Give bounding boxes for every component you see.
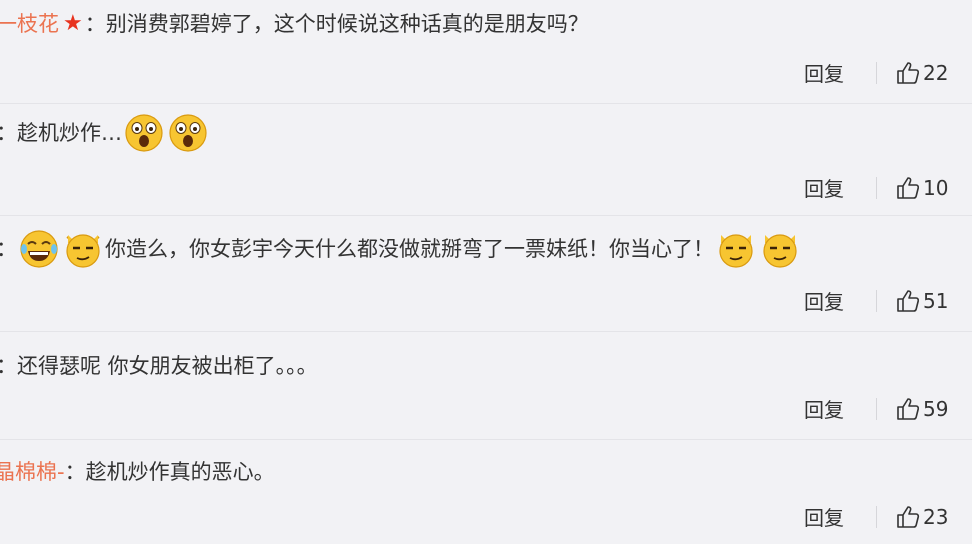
- like-count: 23: [923, 504, 949, 529]
- thumbs-up-icon: [897, 397, 920, 420]
- reply-button[interactable]: 回复: [804, 58, 852, 87]
- comment-username[interactable]: 晶棉棉-: [0, 458, 65, 486]
- like-button[interactable]: 51: [895, 288, 948, 314]
- thumbs-up-icon: [897, 176, 920, 199]
- reply-button[interactable]: 回复: [804, 502, 852, 531]
- comment-colon: ：: [64, 460, 86, 484]
- comment-line: 一枝花 ★ ： 别消费郭碧婷了，这个时候说这种话真的是朋友吗？: [0, 10, 589, 38]
- smirk-cat-face-icon: [760, 229, 800, 269]
- like-button[interactable]: 10: [895, 175, 948, 201]
- comment-item: ： 还得瑟呢 你女朋友被出柜了。。。 回复 59: [0, 332, 972, 440]
- action-divider: [876, 289, 877, 312]
- like-button[interactable]: 23: [895, 504, 948, 530]
- action-divider: [876, 176, 877, 199]
- comment-line: 晶棉棉- ： 趁机炒作真的恶心。: [0, 458, 275, 486]
- reply-button[interactable]: 回复: [804, 173, 852, 202]
- comment-colon: ：: [0, 235, 17, 263]
- smirk-cat-face-icon: [63, 229, 103, 269]
- comment-colon: ：: [0, 352, 17, 380]
- smirk-cat-face-icon: [716, 229, 756, 269]
- comment-actions: 回复 51: [804, 286, 948, 315]
- like-button[interactable]: 59: [895, 396, 948, 422]
- comment-item: ： 你造么，你女彭宇今天什么都没做就掰弯了一票妹纸！你当心了！ 回复 51: [0, 216, 972, 332]
- comment-colon: ：: [0, 119, 17, 147]
- comment-actions: 回复 10: [804, 173, 948, 202]
- thumbs-up-icon: [897, 289, 920, 312]
- like-count: 59: [923, 396, 949, 421]
- comment-text: 趁机炒作…: [17, 121, 122, 145]
- comment-colon: ：: [84, 12, 106, 36]
- comment-text: 别消费郭碧婷了，这个时候说这种话真的是朋友吗？: [105, 12, 589, 36]
- shocked-face-icon: [168, 113, 208, 153]
- comment-username[interactable]: 一枝花: [0, 10, 59, 38]
- action-divider: [876, 397, 877, 420]
- red-star-icon: ★: [63, 11, 83, 36]
- comment-text: 你造么，你女彭宇今天什么都没做就掰弯了一票妹纸！你当心了！: [105, 237, 714, 261]
- comment-item: 一枝花 ★ ： 别消费郭碧婷了，这个时候说这种话真的是朋友吗？ 回复 22: [0, 0, 972, 104]
- laughing-tears-face-icon: [19, 229, 59, 269]
- comment-text: 趁机炒作真的恶心。: [85, 460, 275, 484]
- reply-button[interactable]: 回复: [804, 286, 852, 315]
- comment-line: ： 你造么，你女彭宇今天什么都没做就掰弯了一票妹纸！你当心了！: [0, 229, 802, 269]
- reply-button[interactable]: 回复: [804, 394, 852, 423]
- action-divider: [876, 61, 877, 84]
- comment-line: ： 趁机炒作…: [0, 113, 210, 153]
- action-divider: [876, 505, 877, 528]
- thumbs-up-icon: [897, 505, 920, 528]
- comment-actions: 回复 23: [804, 502, 948, 531]
- shocked-face-icon: [124, 113, 164, 153]
- like-count: 10: [923, 175, 949, 200]
- comment-actions: 回复 22: [804, 58, 948, 87]
- like-count: 22: [923, 60, 949, 85]
- comment-actions: 回复 59: [804, 394, 948, 423]
- comment-item: 晶棉棉- ： 趁机炒作真的恶心。 回复 23: [0, 440, 972, 544]
- comment-item: ： 趁机炒作… 回复 10: [0, 104, 972, 216]
- like-button[interactable]: 22: [895, 60, 948, 86]
- comment-text: 还得瑟呢 你女朋友被出柜了。。。: [17, 354, 318, 378]
- thumbs-up-icon: [897, 61, 920, 84]
- like-count: 51: [923, 288, 949, 313]
- comment-line: ： 还得瑟呢 你女朋友被出柜了。。。: [0, 352, 318, 380]
